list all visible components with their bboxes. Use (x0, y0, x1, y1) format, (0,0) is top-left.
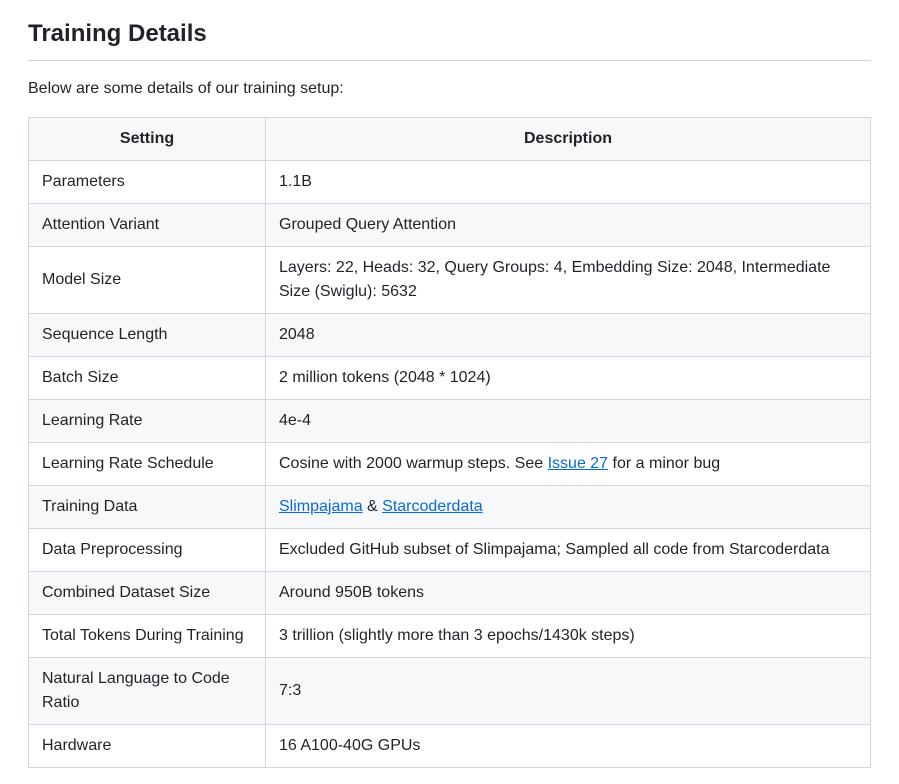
row-setting: Attention Variant (29, 204, 266, 247)
row-setting: Sequence Length (29, 314, 266, 357)
th-description: Description (266, 118, 871, 161)
table-row: Training Data Slimpajama & Starcoderdata (29, 486, 871, 529)
row-description: 4e-4 (266, 400, 871, 443)
row-description: Layers: 22, Heads: 32, Query Groups: 4, … (266, 247, 871, 314)
row-description: 3 trillion (slightly more than 3 epochs/… (266, 615, 871, 658)
training-details-table: Setting Description Parameters 1.1B Atte… (28, 117, 871, 768)
section-heading: Training Details (28, 16, 871, 61)
desc-suffix: for a minor bug (608, 455, 720, 472)
row-description: 1.1B (266, 161, 871, 204)
table-row: Learning Rate Schedule Cosine with 2000 … (29, 443, 871, 486)
table-row: Total Tokens During Training 3 trillion … (29, 615, 871, 658)
row-description: 16 A100-40G GPUs (266, 725, 871, 768)
issue-link[interactable]: Issue 27 (548, 455, 608, 472)
row-setting: Model Size (29, 247, 266, 314)
row-description: 2 million tokens (2048 * 1024) (266, 357, 871, 400)
table-row: Hardware 16 A100-40G GPUs (29, 725, 871, 768)
row-description: Cosine with 2000 warmup steps. See Issue… (266, 443, 871, 486)
row-setting: Total Tokens During Training (29, 615, 266, 658)
starcoderdata-link[interactable]: Starcoderdata (382, 498, 483, 515)
row-setting: Natural Language to Code Ratio (29, 658, 266, 725)
row-setting: Batch Size (29, 357, 266, 400)
desc-prefix: Cosine with 2000 warmup steps. See (279, 455, 548, 472)
row-description: 2048 (266, 314, 871, 357)
intro-text: Below are some details of our training s… (28, 77, 871, 101)
table-row: Combined Dataset Size Around 950B tokens (29, 572, 871, 615)
row-description: Around 950B tokens (266, 572, 871, 615)
row-setting: Data Preprocessing (29, 529, 266, 572)
slimpajama-link[interactable]: Slimpajama (279, 498, 363, 515)
row-setting: Training Data (29, 486, 266, 529)
row-setting: Parameters (29, 161, 266, 204)
table-row: Data Preprocessing Excluded GitHub subse… (29, 529, 871, 572)
table-row: Learning Rate 4e-4 (29, 400, 871, 443)
row-setting: Learning Rate (29, 400, 266, 443)
row-description: Slimpajama & Starcoderdata (266, 486, 871, 529)
table-row: Natural Language to Code Ratio 7:3 (29, 658, 871, 725)
th-setting: Setting (29, 118, 266, 161)
table-row: Attention Variant Grouped Query Attentio… (29, 204, 871, 247)
row-description: Excluded GitHub subset of Slimpajama; Sa… (266, 529, 871, 572)
table-row: Parameters 1.1B (29, 161, 871, 204)
table-row: Batch Size 2 million tokens (2048 * 1024… (29, 357, 871, 400)
link-separator: & (363, 498, 383, 515)
row-setting: Hardware (29, 725, 266, 768)
table-row: Sequence Length 2048 (29, 314, 871, 357)
table-row: Model Size Layers: 22, Heads: 32, Query … (29, 247, 871, 314)
row-setting: Combined Dataset Size (29, 572, 266, 615)
row-description: 7:3 (266, 658, 871, 725)
row-setting: Learning Rate Schedule (29, 443, 266, 486)
row-description: Grouped Query Attention (266, 204, 871, 247)
